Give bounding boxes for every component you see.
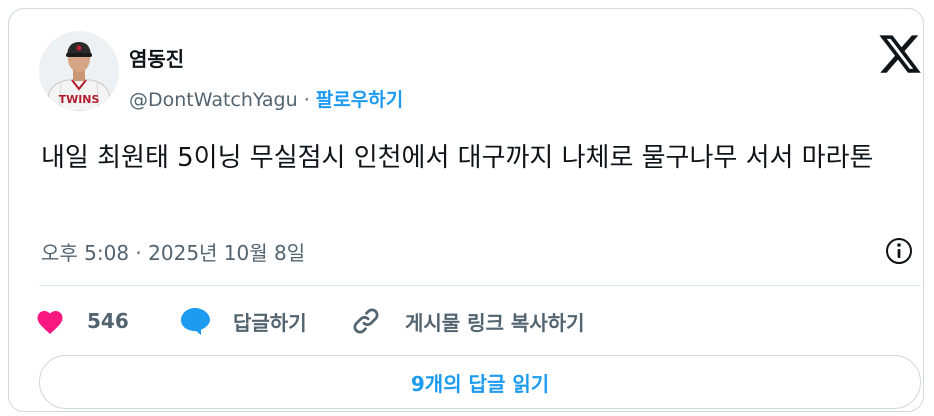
speech-bubble-icon	[181, 308, 210, 335]
info-icon[interactable]	[883, 235, 915, 267]
author-handle[interactable]: @DontWatchYagu	[129, 89, 298, 111]
link-icon	[353, 308, 379, 334]
like-button[interactable]: 546	[35, 304, 129, 338]
tweet-text: 내일 최원태 5이닝 무실점시 인천에서 대구까지 나체로 물구나무 서서 마라…	[41, 143, 874, 173]
divider	[39, 285, 921, 286]
handle-row: @DontWatchYagu · 팔로우하기	[129, 85, 403, 112]
copy-link-button[interactable]: 게시물 링크 복사하기	[349, 304, 585, 338]
avatar-image: TWINS	[39, 31, 119, 111]
heart-icon	[37, 311, 63, 334]
reply-button[interactable]: 답글하기	[179, 304, 307, 338]
x-logo-icon[interactable]	[877, 31, 923, 77]
avatar-jersey-text: TWINS	[59, 93, 100, 106]
like-count: 546	[87, 309, 129, 333]
tweet-card: TWINS 염동진 @DontWatchYagu · 팔로우하기 내일 최원태 …	[8, 8, 924, 412]
read-replies-button[interactable]: 9개의 답글 읽기	[39, 355, 921, 409]
tweet-timestamp[interactable]: 오후 5:08 · 2025년 10월 8일	[41, 237, 305, 266]
reply-label: 답글하기	[233, 310, 307, 335]
follow-button[interactable]: 팔로우하기	[316, 89, 403, 111]
avatar[interactable]: TWINS	[39, 31, 119, 111]
read-replies-label: 9개의 답글 읽기	[410, 371, 550, 396]
author-name[interactable]: 염동진	[129, 43, 184, 72]
copy-link-label: 게시물 링크 복사하기	[405, 310, 585, 335]
handle-separator: ·	[303, 89, 310, 111]
